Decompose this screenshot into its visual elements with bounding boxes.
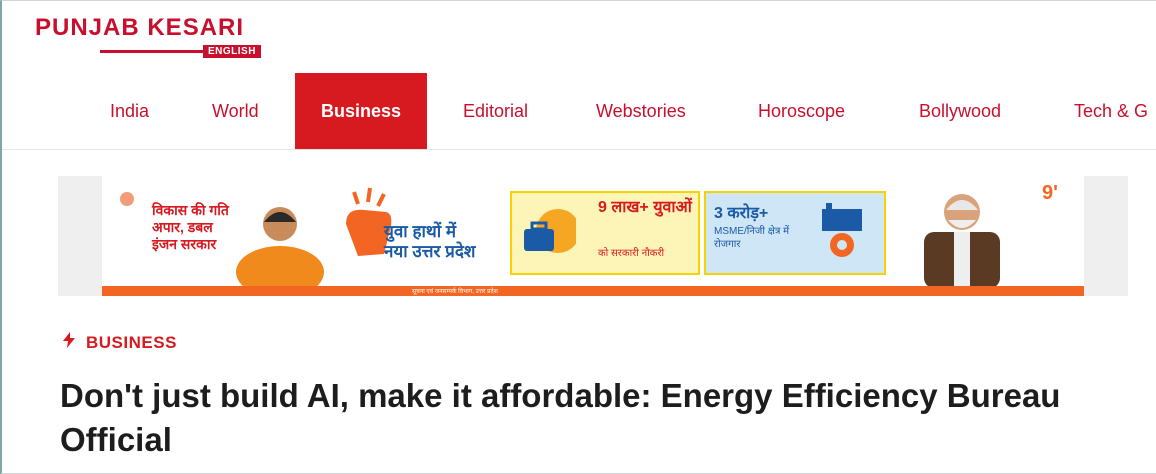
- nav-item-bollywood[interactable]: Bollywood: [919, 73, 1001, 149]
- factory-gear-icon: [822, 203, 862, 257]
- lightning-icon: [63, 332, 75, 348]
- ad-left-text: विकास की गति अपार, डबल इंजन सरकार: [152, 202, 229, 252]
- ad-footer-text: सूचना एवं जनसम्पर्क विभाग, उत्तर प्रदेश: [412, 289, 498, 295]
- site-logo[interactable]: PUNJAB KESARI ENGLISH: [35, 14, 275, 64]
- article-headline: Don't just build AI, make it affordable:…: [60, 377, 1061, 458]
- logo-title: PUNJAB KESARI: [35, 14, 245, 41]
- ad-youth-line-1: युवा हाथों में: [384, 222, 457, 241]
- ad-card-msme-small: MSME/निजी क्षेत्र में रोजगार: [714, 226, 790, 250]
- ad-card-jobs-big: 9 लाख+ युवाओं: [598, 199, 692, 216]
- nav-item-horoscope[interactable]: Horoscope: [758, 73, 845, 149]
- nav-item-world[interactable]: World: [212, 73, 259, 149]
- ad-footer-strip: सूचना एवं जनसम्पर्क विभाग, उत्तर प्रदेश: [102, 286, 1084, 296]
- ad-corner-mark: 9': [1042, 182, 1058, 204]
- nav-item-editorial[interactable]: Editorial: [463, 73, 528, 149]
- logo-subtitle: ENGLISH: [203, 45, 261, 58]
- nav-item-tech[interactable]: Tech & G: [1074, 73, 1148, 149]
- ad-card-jobs-small: को सरकारी नौकरी: [598, 248, 665, 259]
- nav-item-india[interactable]: India: [110, 73, 149, 149]
- ad-card-jobs: 9 लाख+ युवाओं को सरकारी नौकरी: [510, 191, 700, 275]
- article-category[interactable]: BUSINESS: [62, 332, 177, 353]
- page-frame: PUNJAB KESARI ENGLISH India World Busine…: [0, 0, 1156, 474]
- emblem-icon: [120, 192, 134, 206]
- ad-youth-text: युवा हाथों में नया उत्तर प्रदेश: [384, 222, 475, 296]
- ad-banner-content: विकास की गति अपार, डबल इंजन सरकार युवा ह…: [102, 176, 1084, 296]
- article-category-label: BUSINESS: [86, 333, 177, 352]
- nav-item-webstories[interactable]: Webstories: [596, 73, 686, 149]
- person-photo-right: [924, 194, 1000, 288]
- briefcase-head-icon: [524, 209, 576, 253]
- ad-card-msme-big: 3 करोड़+: [714, 205, 769, 222]
- ad-card-msme: 3 करोड़+ MSME/निजी क्षेत्र में रोजगार: [704, 191, 886, 275]
- ad-youth-line-2: नया उत्तर प्रदेश: [384, 242, 476, 261]
- ad-banner[interactable]: विकास की गति अपार, डबल इंजन सरकार युवा ह…: [58, 176, 1128, 296]
- main-nav: India World Business Editorial Webstorie…: [2, 73, 1156, 150]
- person-photo-left: [236, 207, 324, 296]
- nav-item-business[interactable]: Business: [295, 73, 428, 149]
